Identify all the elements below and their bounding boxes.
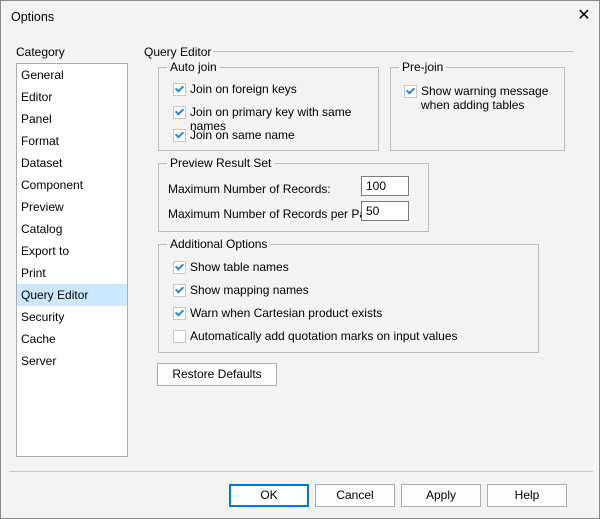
close-icon[interactable]: ✕ [571, 4, 597, 28]
category-item-security[interactable]: Security [17, 306, 127, 328]
auto-join-legend: Auto join [167, 60, 220, 74]
checkbox-label: Join on same name [190, 128, 295, 142]
title-divider [213, 51, 574, 52]
footer-divider [9, 471, 593, 472]
ok-button[interactable]: OK [229, 484, 309, 507]
preview-legend: Preview Result Set [167, 156, 275, 170]
show-mapping-names-checkbox[interactable]: Show mapping names [173, 283, 309, 297]
max-records-label: Maximum Number of Records: [168, 182, 331, 196]
category-list[interactable]: General Editor Panel Format Dataset Component… [16, 63, 128, 457]
category-item-query-editor[interactable]: Query Editor [17, 284, 127, 306]
category-item-print[interactable]: Print [17, 262, 127, 284]
category-item-dataset[interactable]: Dataset [17, 152, 127, 174]
auto-join-group: Auto join Join on foreign keys Join on p… [158, 60, 379, 151]
show-table-names-checkbox[interactable]: Show table names [173, 260, 289, 274]
checkbox-label: Warn when Cartesian product exists [190, 306, 383, 320]
checkbox-label: Show table names [190, 260, 289, 274]
per-page-label: Maximum Number of Records per Page: [168, 207, 383, 221]
join-same-name-checkbox[interactable]: Join on same name [173, 128, 295, 142]
category-item-editor[interactable]: Editor [17, 86, 127, 108]
per-page-input[interactable] [361, 201, 409, 221]
checkbox-box [173, 129, 186, 142]
pre-join-group: Pre-join Show warning message when adding… [390, 60, 565, 151]
category-label: Category [16, 45, 65, 59]
category-item-general[interactable]: General [17, 64, 127, 86]
category-item-component[interactable]: Component [17, 174, 127, 196]
checkbox-box [173, 261, 186, 274]
show-warning-checkbox[interactable]: Show warning message when adding tables [404, 84, 548, 112]
warn-cartesian-checkbox[interactable]: Warn when Cartesian product exists [173, 306, 382, 320]
query-editor-title: Query Editor [144, 45, 212, 59]
checkbox-box [173, 330, 186, 343]
pre-join-legend: Pre-join [399, 60, 447, 74]
category-item-server[interactable]: Server [17, 350, 127, 372]
checkbox-box [404, 85, 417, 98]
checkbox-label: Show mapping names [190, 283, 309, 297]
category-item-cache[interactable]: Cache [17, 328, 127, 350]
checkbox-label: Automatically add quotation marks on inp… [190, 329, 458, 343]
restore-defaults-button[interactable]: Restore Defaults [157, 363, 277, 386]
category-item-export-to[interactable]: Export to [17, 240, 127, 262]
category-item-panel[interactable]: Panel [17, 108, 127, 130]
checkbox-box [173, 307, 186, 320]
category-item-catalog[interactable]: Catalog [17, 218, 127, 240]
additional-options-group: Additional Options Show table names Show… [158, 237, 539, 353]
checkbox-label: Join on foreign keys [190, 82, 297, 96]
preview-result-group: Preview Result Set Maximum Number of Rec… [158, 156, 429, 232]
checkbox-box [173, 284, 186, 297]
add-quotation-marks-checkbox[interactable]: Automatically add quotation marks on inp… [173, 329, 458, 343]
checkbox-box [173, 83, 186, 96]
checkbox-box [173, 106, 186, 119]
join-foreign-keys-checkbox[interactable]: Join on foreign keys [173, 82, 297, 96]
apply-button[interactable]: Apply [401, 484, 481, 507]
category-item-preview[interactable]: Preview [17, 196, 127, 218]
checkbox-label: Show warning message when adding tables [421, 84, 549, 112]
window-title: Options [11, 10, 55, 24]
cancel-button[interactable]: Cancel [315, 484, 395, 507]
max-records-input[interactable] [361, 176, 409, 196]
additional-legend: Additional Options [167, 237, 271, 251]
category-item-format[interactable]: Format [17, 130, 127, 152]
help-button[interactable]: Help [487, 484, 567, 507]
options-dialog: Options ✕ Category General Editor Panel For… [0, 0, 600, 519]
